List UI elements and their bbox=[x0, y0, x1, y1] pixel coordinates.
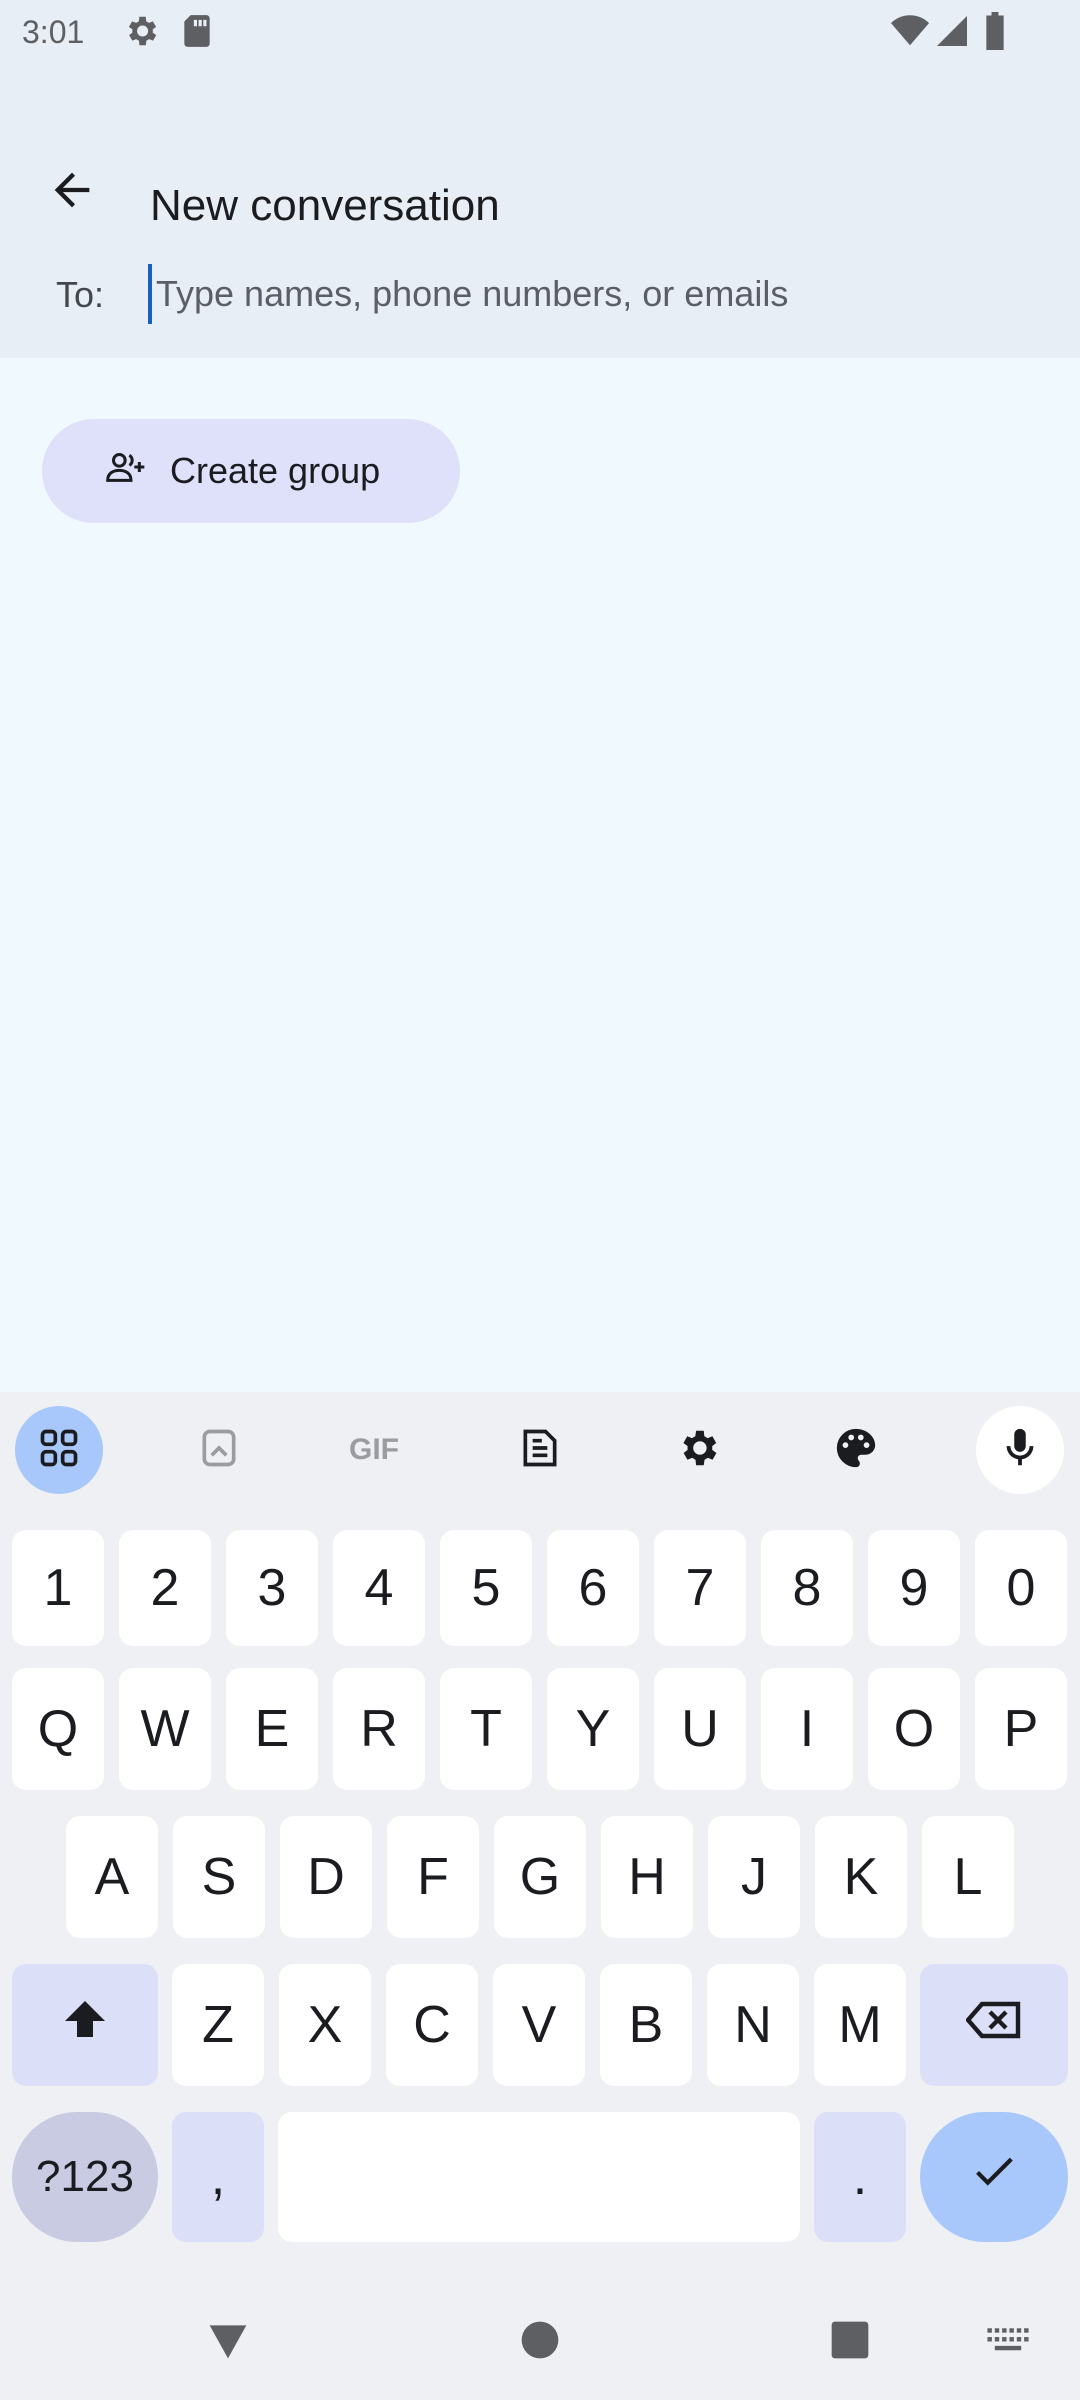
contacts-area: Create group bbox=[0, 358, 1080, 1392]
nav-recents-button[interactable] bbox=[818, 2310, 882, 2374]
period-key[interactable]: . bbox=[814, 2112, 906, 2242]
key-r[interactable]: R bbox=[333, 1668, 425, 1790]
key-c[interactable]: C bbox=[386, 1964, 478, 2086]
key-w[interactable]: W bbox=[119, 1668, 211, 1790]
arrow-back-icon bbox=[46, 164, 98, 221]
key-5[interactable]: 5 bbox=[440, 1530, 532, 1646]
key-o[interactable]: O bbox=[868, 1668, 960, 1790]
battery-icon bbox=[984, 12, 1006, 55]
keyboard-toolbar: GIF bbox=[0, 1392, 1080, 1512]
key-8[interactable]: 8 bbox=[761, 1530, 853, 1646]
key-y[interactable]: Y bbox=[547, 1668, 639, 1790]
key-v[interactable]: V bbox=[493, 1964, 585, 2086]
keyboard-icon bbox=[986, 2325, 1030, 2360]
voice-input-button[interactable] bbox=[976, 1406, 1064, 1494]
recipient-row: To: bbox=[0, 250, 1080, 358]
shift-icon bbox=[61, 1995, 109, 2056]
key-7[interactable]: 7 bbox=[654, 1530, 746, 1646]
create-group-label: Create group bbox=[170, 450, 381, 491]
check-icon bbox=[969, 2146, 1019, 2209]
key-z[interactable]: Z bbox=[172, 1964, 264, 2086]
key-a[interactable]: A bbox=[66, 1816, 158, 1938]
key-u[interactable]: U bbox=[654, 1668, 746, 1790]
page-title: New conversation bbox=[150, 181, 500, 230]
navigation-bar bbox=[0, 2280, 1080, 2400]
key-m[interactable]: M bbox=[814, 1964, 906, 2086]
signal-icon bbox=[934, 12, 970, 55]
gif-button[interactable]: GIF bbox=[330, 1406, 418, 1494]
enter-key[interactable] bbox=[920, 2112, 1068, 2242]
recipient-label: To: bbox=[56, 274, 105, 315]
key-g[interactable]: G bbox=[494, 1816, 586, 1938]
key-4[interactable]: 4 bbox=[333, 1530, 425, 1646]
text-edit-button[interactable] bbox=[496, 1406, 584, 1494]
nav-back-icon bbox=[206, 2318, 250, 2367]
recents-square-icon bbox=[830, 2320, 870, 2365]
key-l[interactable]: L bbox=[922, 1816, 1014, 1938]
symbols-key[interactable]: ?123 bbox=[12, 2112, 158, 2242]
key-d[interactable]: D bbox=[280, 1816, 372, 1938]
key-q[interactable]: Q bbox=[12, 1668, 104, 1790]
key-i[interactable]: I bbox=[761, 1668, 853, 1790]
settings-icon bbox=[122, 12, 160, 55]
status-time: 3:01 bbox=[22, 14, 85, 50]
key-s[interactable]: S bbox=[173, 1816, 265, 1938]
key-b[interactable]: B bbox=[600, 1964, 692, 2086]
microphone-icon bbox=[997, 1425, 1043, 1476]
theme-button[interactable] bbox=[812, 1406, 900, 1494]
shift-key[interactable] bbox=[12, 1964, 158, 2086]
key-k[interactable]: K bbox=[815, 1816, 907, 1938]
palette-icon bbox=[833, 1425, 879, 1476]
recipient-input[interactable] bbox=[148, 264, 1038, 324]
keyboard-switch-button[interactable] bbox=[976, 2310, 1040, 2374]
key-f[interactable]: F bbox=[387, 1816, 479, 1938]
key-1[interactable]: 1 bbox=[12, 1530, 104, 1646]
key-p[interactable]: P bbox=[975, 1668, 1067, 1790]
key-n[interactable]: N bbox=[707, 1964, 799, 2086]
nav-home-button[interactable] bbox=[508, 2310, 572, 2374]
apps-grid-icon bbox=[37, 1426, 81, 1475]
comma-key[interactable]: , bbox=[172, 2112, 264, 2242]
clipboard-icon bbox=[197, 1426, 241, 1475]
nav-back-button[interactable] bbox=[196, 2310, 260, 2374]
create-group-button[interactable]: Create group bbox=[42, 419, 460, 523]
sd-card-icon bbox=[180, 12, 214, 55]
key-e[interactable]: E bbox=[226, 1668, 318, 1790]
key-t[interactable]: T bbox=[440, 1668, 532, 1790]
text-edit-icon bbox=[518, 1426, 562, 1475]
backspace-icon bbox=[965, 1995, 1022, 2055]
apps-grid-button[interactable] bbox=[15, 1406, 103, 1494]
key-9[interactable]: 9 bbox=[868, 1530, 960, 1646]
gif-icon: GIF bbox=[349, 1433, 399, 1466]
key-2[interactable]: 2 bbox=[119, 1530, 211, 1646]
keyboard: GIF 1234567890 QWERTYUIOP ASDFGHJKL ZXCVBNM… bbox=[0, 1392, 1080, 2280]
group-add-icon bbox=[104, 447, 148, 496]
key-x[interactable]: X bbox=[279, 1964, 371, 2086]
backspace-key[interactable] bbox=[920, 1964, 1068, 2086]
key-h[interactable]: H bbox=[601, 1816, 693, 1938]
key-j[interactable]: J bbox=[708, 1816, 800, 1938]
status-bar: 3:01 bbox=[0, 0, 1080, 66]
key-0[interactable]: 0 bbox=[975, 1530, 1067, 1646]
keyboard-settings-button[interactable] bbox=[654, 1406, 742, 1494]
key-3[interactable]: 3 bbox=[226, 1530, 318, 1646]
key-6[interactable]: 6 bbox=[547, 1530, 639, 1646]
clipboard-button[interactable] bbox=[175, 1406, 263, 1494]
space-key[interactable] bbox=[278, 2112, 800, 2242]
wifi-icon bbox=[890, 12, 930, 55]
gear-icon bbox=[675, 1425, 721, 1476]
home-circle-icon bbox=[520, 2320, 560, 2365]
back-button[interactable] bbox=[24, 144, 120, 240]
